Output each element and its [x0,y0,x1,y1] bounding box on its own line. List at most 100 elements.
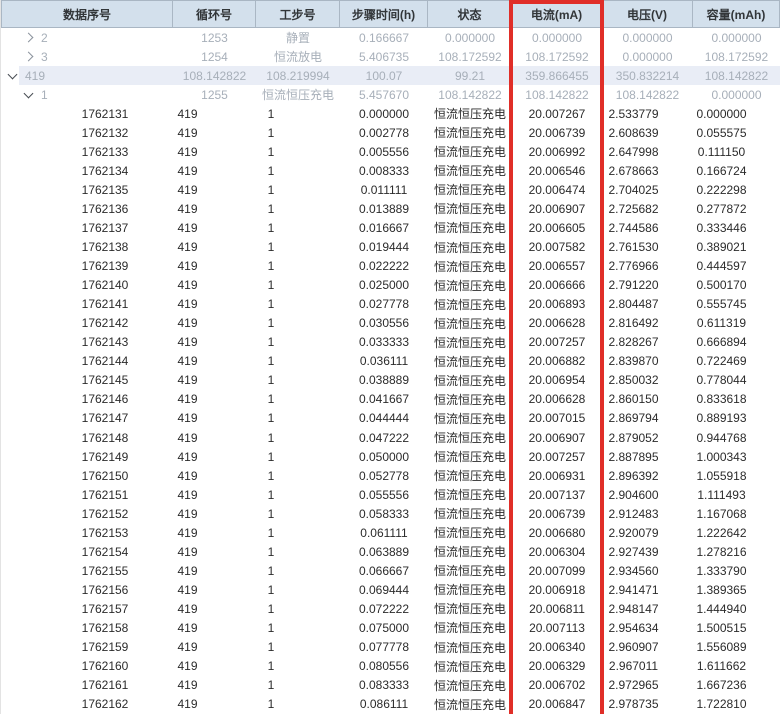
cell-capacity: 0.944768 [693,428,780,447]
cell-status: 恒流恒压充电 [428,104,512,123]
column-header-step[interactable]: 工步号 [256,1,340,27]
column-header-time[interactable]: 步骤时间(h) [340,1,428,27]
chevron-down-icon[interactable] [8,69,18,79]
cell-cycle: 419 [173,314,256,333]
cell-capacity: 0.000000 [693,104,780,123]
cell-capacity: 1.111493 [693,485,780,504]
table-row[interactable]: 176215841910.075000恒流恒压充电20.0071132.9546… [1,618,780,637]
column-header-cycle[interactable]: 循环号 [173,1,256,27]
cell-status: 恒流恒压充电 [428,618,512,637]
table-row[interactable]: 176214541910.038889恒流恒压充电20.0069542.8500… [1,371,780,390]
table-row[interactable]: 176213241910.002778恒流恒压充电20.0067392.6086… [1,123,780,142]
table-row[interactable]: 176215941910.077778恒流恒压充电20.0063402.9609… [1,638,780,657]
group-row[interactable]: 21253静置0.1666670.0000000.0000000.0000000… [1,28,780,47]
cell-current: 20.006546 [512,161,602,180]
table-row[interactable]: 176214441910.036111恒流恒压充电20.0068822.8398… [1,352,780,371]
cell-capacity: 1.556089 [693,638,780,657]
table-row[interactable]: 176213641910.013889恒流恒压充电20.0069072.7256… [1,199,780,218]
cell-capacity: 108.142822 [693,66,780,85]
cell-time: 0.025000 [340,276,428,295]
table-row[interactable]: 176216041910.080556恒流恒压充电20.0063292.9670… [1,657,780,676]
cell-time: 0.052778 [340,466,428,485]
cell-step: 108.219994 [256,66,340,85]
column-header-current[interactable]: 电流(mA) [512,1,602,27]
table-row[interactable]: 176214941910.050000恒流恒压充电20.0072572.8878… [1,447,780,466]
cell-cycle: 419 [173,676,256,695]
cell-capacity: 0.500170 [693,276,780,295]
table-row[interactable]: 176215541910.066667恒流恒压充电20.0070992.9345… [1,561,780,580]
table-row[interactable]: 176215741910.072222恒流恒压充电20.0068112.9481… [1,599,780,618]
cell-cycle: 419 [173,238,256,257]
cell-step: 1 [256,123,340,142]
table-row[interactable]: 176216241910.086111恒流恒压充电20.0068472.9787… [1,695,780,714]
table-row[interactable]: 176213941910.022222恒流恒压充电20.0065572.7769… [1,257,780,276]
table-row[interactable]: 176214741910.044444恒流恒压充电20.0070152.8697… [1,409,780,428]
table-row[interactable]: 176214041910.025000恒流恒压充电20.0066662.7912… [1,276,780,295]
cell-step: 1 [256,447,340,466]
table-row[interactable]: 176213141910.000000恒流恒压充电20.0072672.5337… [1,104,780,123]
cell-step: 1 [256,314,340,333]
cell-step: 1 [256,542,340,561]
table-row[interactable]: 176213741910.016667恒流恒压充电20.0066052.7445… [1,218,780,237]
table-row[interactable]: 176213341910.005556恒流恒压充电20.0069922.6479… [1,142,780,161]
table-row[interactable]: 176216141910.083333恒流恒压充电20.0067022.9729… [1,676,780,695]
cell-seq: 1762144 [1,352,173,371]
cell-status: 恒流恒压充电 [428,390,512,409]
cell-cycle: 1253 [173,28,256,47]
table-row[interactable]: 176215341910.061111恒流恒压充电20.0066802.9200… [1,523,780,542]
cell-voltage: 2.804487 [602,295,693,314]
table-row[interactable]: 176214341910.033333恒流恒压充电20.0072572.8282… [1,333,780,352]
cell-time: 0.038889 [340,371,428,390]
table-row[interactable]: 176213541910.011111恒流恒压充电20.0064742.7040… [1,180,780,199]
chevron-right-icon[interactable] [24,33,34,43]
cell-cycle: 419 [173,447,256,466]
cell-seq: 1762136 [1,199,173,218]
table-row[interactable]: 176214641910.041667恒流恒压充电20.0066282.8601… [1,390,780,409]
cell-status: 恒流恒压充电 [428,504,512,523]
cell-status: 恒流恒压充电 [428,466,512,485]
chevron-right-icon[interactable] [24,52,34,62]
table-row[interactable]: 176215241910.058333恒流恒压充电20.0067392.9124… [1,504,780,523]
cell-step: 1 [256,352,340,371]
cell-capacity: 0.111150 [693,142,780,161]
table-row[interactable]: 176215041910.052778恒流恒压充电20.0069312.8963… [1,466,780,485]
table-row[interactable]: 176215641910.069444恒流恒压充电20.0069182.9414… [1,580,780,599]
group-row-selected[interactable]: 419108.142822108.219994100.0799.21359.86… [1,66,780,85]
cell-capacity: 1.444940 [693,599,780,618]
table-row[interactable]: 176215141910.055556恒流恒压充电20.0071372.9046… [1,485,780,504]
cell-time: 0.041667 [340,390,428,409]
cell-step: 1 [256,333,340,352]
cell-time: 0.050000 [340,447,428,466]
column-header-capacity[interactable]: 容量(mAh) [693,1,780,27]
table-row[interactable]: 176213441910.008333恒流恒压充电20.0065462.6786… [1,161,780,180]
column-header-voltage[interactable]: 电压(V) [602,1,693,27]
cell-seq: 1762159 [1,638,173,657]
cell-capacity: 0.166724 [693,161,780,180]
table-row[interactable]: 176214241910.030556恒流恒压充电20.0066282.8164… [1,314,780,333]
cell-step: 恒流恒压充电 [256,85,340,104]
cell-step: 1 [256,523,340,542]
cell-time: 0.036111 [340,352,428,371]
cell-current: 108.172592 [512,47,602,66]
cell-voltage: 2.776966 [602,257,693,276]
cell-voltage: 2.828267 [602,333,693,352]
column-header-status[interactable]: 状态 [428,1,512,27]
cell-voltage: 2.761530 [602,238,693,257]
cell-step: 1 [256,485,340,504]
cell-current: 20.007099 [512,561,602,580]
cell-cycle: 419 [173,390,256,409]
cell-seq: 1762135 [1,180,173,199]
table-row[interactable]: 176214141910.027778恒流恒压充电20.0068932.8044… [1,295,780,314]
table-row[interactable]: 176214841910.047222恒流恒压充电20.0069072.8790… [1,428,780,447]
cell-capacity: 1.000343 [693,447,780,466]
cell-cycle: 419 [173,638,256,657]
table-row[interactable]: 176215441910.063889恒流恒压充电20.0063042.9274… [1,542,780,561]
chevron-down-icon[interactable] [24,88,34,98]
cell-capacity: 0.722469 [693,352,780,371]
cell-time: 0.083333 [340,676,428,695]
cell-capacity: 1.055918 [693,466,780,485]
group-row[interactable]: 11255恒流恒压充电5.457670108.142822108.1428221… [1,85,780,104]
table-row[interactable]: 176213841910.019444恒流恒压充电20.0075822.7615… [1,238,780,257]
group-row[interactable]: 31254恒流放电5.406735108.172592108.1725920.0… [1,47,780,66]
column-header-seq[interactable]: 数据序号 [1,1,173,27]
